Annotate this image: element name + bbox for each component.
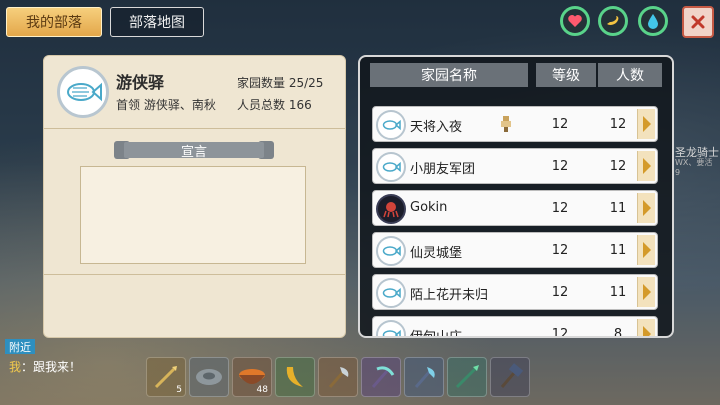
home-level: 12 [551, 117, 569, 132]
fish-emblem-icon [376, 152, 406, 182]
hotbar-slot[interactable]: 48 [232, 357, 272, 397]
header-level: 等级 [536, 63, 596, 87]
hotbar-slot[interactable] [490, 357, 530, 397]
heart-icon [568, 15, 582, 27]
expand-arrow-button[interactable] [637, 193, 655, 223]
hotbar-slot[interactable]: 5 [146, 357, 186, 397]
fish-emblem-icon [376, 320, 406, 336]
home-level: 12 [551, 243, 569, 258]
home-members: 11 [609, 201, 627, 216]
home-count-label: 家园数量 [237, 76, 286, 90]
member-count-label: 人员总数 [237, 98, 286, 112]
declaration-box [80, 166, 306, 264]
chevron-right-icon [642, 200, 651, 216]
home-row[interactable]: 仙灵城堡 12 11 [372, 232, 658, 268]
declaration-title: 宣言 [114, 139, 274, 161]
expand-arrow-button[interactable] [637, 151, 655, 181]
chevron-right-icon [642, 116, 651, 132]
home-row[interactable]: 天将入夜 12 12 [372, 106, 658, 142]
leader-names: 游侠驿、南秋 [143, 98, 216, 112]
declaration-title-text: 宣言 [180, 144, 207, 160]
expand-arrow-button[interactable] [637, 277, 655, 307]
chevron-right-icon [642, 284, 651, 300]
expand-arrow-button[interactable] [637, 109, 655, 139]
dark-hammer-icon [500, 363, 524, 388]
home-name: 天将入夜 [410, 120, 463, 135]
home-members: 11 [609, 243, 627, 258]
home-level: 12 [551, 285, 569, 300]
coin-icon [607, 16, 619, 25]
hotbar-slot[interactable] [275, 357, 315, 397]
home-level: 12 [551, 159, 569, 174]
fish-emblem-icon [376, 110, 406, 140]
tab-tribe-map[interactable]: 部落地图 [110, 7, 204, 37]
home-row[interactable]: Gokin 12 11 [372, 190, 658, 226]
tribe-info-panel: 游侠驿 首领 游侠驿、南秋 家园数量 25/25 人员总数 166 宣言 [43, 55, 346, 338]
home-row[interactable]: 伊甸山庄 12 8 [372, 316, 658, 338]
crystal-pickaxe-icon [371, 366, 395, 388]
fish-emblem-icon [376, 236, 406, 266]
home-members: 12 [609, 159, 627, 174]
home-name: 伊甸山庄 [410, 330, 463, 338]
jade-spear-icon [455, 365, 479, 389]
chat-message: 我：跟我来！ [9, 358, 81, 375]
home-members: 12 [609, 117, 627, 132]
heart-button[interactable] [560, 6, 590, 36]
home-members: 11 [609, 285, 627, 300]
header-home-name: 家园名称 [370, 63, 528, 87]
home-name: 仙灵城堡 [410, 246, 463, 261]
close-button[interactable] [682, 6, 714, 38]
tribe-leaders: 首领 游侠驿、南秋 [116, 96, 216, 113]
home-level: 12 [551, 201, 569, 216]
expand-arrow-button[interactable] [637, 319, 655, 336]
expand-arrow-button[interactable] [637, 235, 655, 265]
chevron-right-icon [642, 326, 651, 336]
totem-badge-icon [501, 116, 511, 132]
home-count-value: 25/25 [288, 76, 324, 90]
tab-my-tribe[interactable]: 我的部落 [6, 7, 102, 37]
close-icon [691, 15, 705, 29]
member-count: 人员总数 166 [237, 96, 312, 113]
fish-emblem-icon [376, 278, 406, 308]
leader-label: 首领 [116, 98, 141, 112]
hotbar-slot[interactable] [404, 357, 444, 397]
chat-speaker: 我 [9, 360, 22, 374]
home-row[interactable]: 小朋友军团 12 12 [372, 148, 658, 184]
chevron-right-icon [642, 158, 651, 174]
stone-disc-icon [196, 369, 222, 385]
tribe-emblem [57, 66, 109, 118]
tribe-name: 游侠驿 [116, 73, 165, 92]
fish-icon [67, 82, 102, 102]
item-count: 5 [176, 385, 182, 395]
home-members: 8 [613, 327, 623, 338]
hotbar-slot[interactable] [318, 357, 358, 397]
item-count: 48 [256, 385, 268, 395]
home-level: 12 [551, 327, 569, 338]
octopus-emblem-icon [376, 194, 406, 224]
hotbar-slot[interactable] [361, 357, 401, 397]
divider [44, 128, 345, 129]
water-button[interactable] [638, 6, 668, 36]
home-name: 小朋友军团 [410, 162, 476, 177]
home-name: Gokin [410, 200, 448, 215]
chevron-right-icon [642, 242, 651, 258]
home-name: 陌上花开未归 [410, 288, 489, 303]
hotbar-slot[interactable] [189, 357, 229, 397]
home-list-panel: 家园名称 等级 人数 天将入夜 12 12 小朋友军团 12 12 Gokin … [358, 55, 674, 338]
crystal-axe-icon [414, 367, 435, 388]
home-row[interactable]: 陌上花开未归 12 11 [372, 274, 658, 310]
home-count: 家园数量 25/25 [237, 74, 323, 91]
member-count-value: 166 [288, 98, 312, 112]
hotbar-slot[interactable] [447, 357, 487, 397]
water-drop-icon [648, 14, 658, 29]
header-count: 人数 [598, 63, 662, 87]
chat-text: ：跟我来！ [21, 360, 82, 374]
coin-button[interactable] [598, 6, 628, 36]
chat-channel-tag[interactable]: 附近 [5, 339, 35, 354]
banana-icon [286, 367, 303, 387]
divider [44, 274, 345, 275]
player-nameplate-sub: WX、要活 9 [675, 158, 713, 177]
battle-axe-icon [328, 367, 349, 388]
